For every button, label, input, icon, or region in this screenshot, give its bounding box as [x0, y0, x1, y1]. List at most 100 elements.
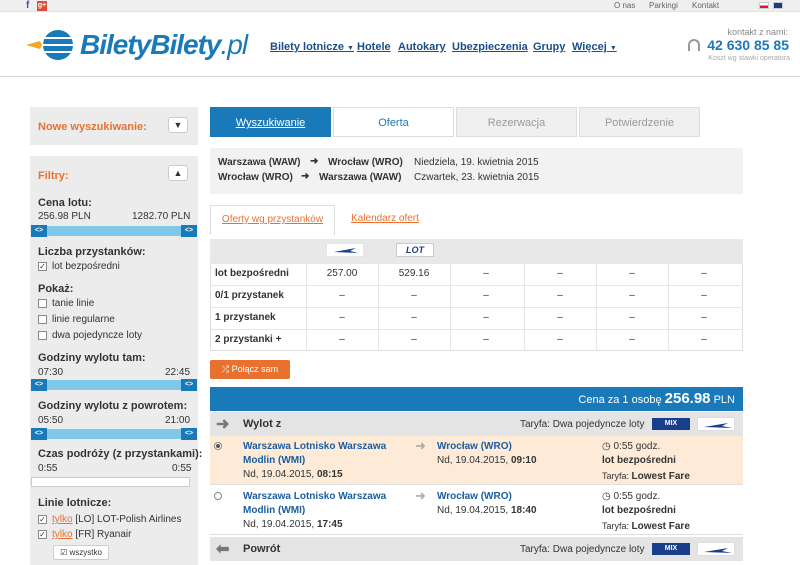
price-max-handle[interactable]: <> [181, 225, 197, 237]
regular-option-label: linie regularne [52, 314, 115, 325]
flight-origin: Warszawa Lotnisko Warszawa [243, 441, 387, 452]
ryanair-airline-label: [FR] Ryanair [75, 529, 132, 540]
flight-destination: Wrocław (WRO) [437, 441, 512, 452]
combine-button[interactable]: ⤮ Połącz sam [210, 360, 290, 379]
top-strip [0, 0, 800, 12]
row-label: 2 przystanki + [215, 334, 282, 345]
phone-number[interactable]: 42 630 85 85 [705, 37, 789, 53]
combine-label: Połącz sam [231, 364, 279, 374]
grid-cell: – [339, 290, 345, 301]
logo-globe-icon[interactable] [24, 28, 76, 62]
new-search-label[interactable]: Nowe wyszukiwanie: [38, 121, 147, 133]
collapse-button[interactable]: ▲ [168, 165, 188, 181]
ryanair-logo-icon [326, 243, 364, 257]
direct-checkbox[interactable]: ✓ [38, 262, 47, 271]
duration-slider[interactable] [31, 477, 190, 487]
departure-slider[interactable] [31, 380, 197, 390]
flight-duration: ◷ 0:55 godz. [602, 440, 660, 454]
filters-title: Filtry: [38, 170, 69, 182]
grid-cell: – [701, 334, 707, 345]
arrow-right-icon: ➜ [310, 156, 319, 167]
nav-buses[interactable]: Autokary [398, 41, 446, 53]
arrow-left-icon: ⬅ [216, 541, 230, 558]
flight-departure: Nd, 19.04.2015, 17:45 [243, 518, 343, 532]
price-currency: PLN [713, 394, 735, 406]
route-2-from: Wrocław (WRO) [218, 172, 293, 183]
grid-cell: – [339, 312, 345, 323]
arrow-right-icon: ➜ [216, 416, 230, 433]
arrival-time: 18:40 [510, 505, 537, 516]
mix-badge: MIX [652, 418, 690, 430]
return-max-handle[interactable]: <> [181, 428, 197, 440]
nav-hotels[interactable]: Hotele [357, 41, 391, 53]
flight-arrival: Nd, 19.04.2015, 18:40 [437, 504, 537, 518]
grid-cell: – [339, 334, 345, 345]
expand-button[interactable]: ▼ [168, 117, 188, 133]
google-plus-icon[interactable]: g+ [37, 1, 47, 11]
caret-down-icon: ▼ [347, 45, 354, 52]
nav-more[interactable]: Więcej ▼ [572, 41, 617, 55]
subtab-calendar[interactable]: Kalendarz ofert [340, 205, 430, 235]
parking-link[interactable]: Parkingi [649, 1, 678, 11]
departure-date: Nd, 19.04.2015, [243, 519, 315, 530]
return-slider[interactable] [31, 429, 197, 439]
flight-origin-code: Modlin (WMI) [243, 455, 306, 466]
lot-airline-label: [LO] LOT-Polish Airlines [75, 514, 182, 525]
flight-stops: lot bezpośredni [602, 505, 676, 516]
only-ryanair-link[interactable]: tylko [52, 529, 73, 540]
about-link[interactable]: O nas [614, 1, 635, 11]
grid-cell: – [701, 290, 707, 301]
price-min-handle[interactable]: <> [31, 225, 47, 237]
lowcost-checkbox[interactable] [38, 299, 47, 308]
departure-date: Nd, 19.04.2015, [243, 469, 315, 480]
show-label: Pokaż: [38, 283, 74, 295]
outbound-tariff: Taryfa: Dwa pojedyncze loty [520, 419, 645, 430]
route-1-date: Niedziela, 19. kwietnia 2015 [414, 157, 539, 168]
nav-groups[interactable]: Grupy [533, 41, 565, 53]
route-1-to: Wrocław (WRO) [328, 157, 403, 168]
facebook-icon[interactable]: f [26, 1, 35, 11]
price-slider[interactable] [31, 226, 197, 236]
flight-radio[interactable] [214, 442, 222, 450]
grid-cell[interactable]: 257.00 [306, 263, 378, 285]
return-min-handle[interactable]: <> [31, 428, 47, 440]
grid-cell: – [557, 334, 563, 345]
departure-min-handle[interactable]: <> [31, 379, 47, 391]
fare-label: Taryfa: [602, 521, 630, 531]
nav-flights[interactable]: Bilety lotnicze ▼ [270, 41, 354, 55]
flight-origin: Warszawa Lotnisko Warszawa [243, 491, 387, 502]
grid-cell: – [483, 290, 489, 301]
grid-cell: – [557, 290, 563, 301]
ryanair-checkbox[interactable]: ✓ [38, 530, 47, 539]
tab-reservation: Rezerwacja [456, 107, 577, 137]
only-lot-link[interactable]: tylko [52, 514, 73, 525]
departure-from: 07:30 [38, 367, 64, 378]
select-all-button[interactable]: ☑ wszystko [53, 545, 109, 560]
fare-name: Lowest Fare [631, 521, 690, 532]
lot-logo: LOT [396, 243, 434, 257]
contact-link[interactable]: Kontakt [692, 1, 719, 11]
flight-radio[interactable] [214, 492, 222, 500]
two-flights-checkbox[interactable] [38, 331, 47, 340]
grid-cell: – [483, 312, 489, 323]
lot-checkbox[interactable]: ✓ [38, 515, 47, 524]
grid-cell: – [483, 334, 489, 345]
grid-cell[interactable]: 529.16 [378, 263, 450, 285]
polish-flag-icon[interactable] [759, 2, 769, 9]
tab-search[interactable]: Wyszukiwanie [210, 107, 331, 137]
airlines-label: Linie lotnicze: [38, 497, 112, 509]
departure-max-handle[interactable]: <> [181, 379, 197, 391]
tab-offer[interactable]: Oferta [333, 107, 454, 137]
english-flag-icon[interactable] [773, 2, 783, 9]
logo[interactable]: BiletyBilety.pl [80, 30, 248, 60]
two-flights-option-label: dwa pojedyncze loty [52, 330, 143, 341]
lowcost-option-label: tanie linie [52, 298, 95, 309]
regular-checkbox[interactable] [38, 315, 47, 324]
duration-from: 0:55 [38, 463, 58, 474]
row-label: 1 przystanek [215, 312, 276, 323]
subtab-stops[interactable]: Oferty wg przystanków [210, 205, 335, 235]
return-tariff: Taryfa: Dwa pojedyncze loty [520, 544, 645, 555]
nav-insurance[interactable]: Ubezpieczenia [452, 41, 528, 53]
arrow-right-icon: ➜ [415, 488, 426, 503]
price-per-person-label: Cena za 1 osobę [578, 394, 662, 406]
